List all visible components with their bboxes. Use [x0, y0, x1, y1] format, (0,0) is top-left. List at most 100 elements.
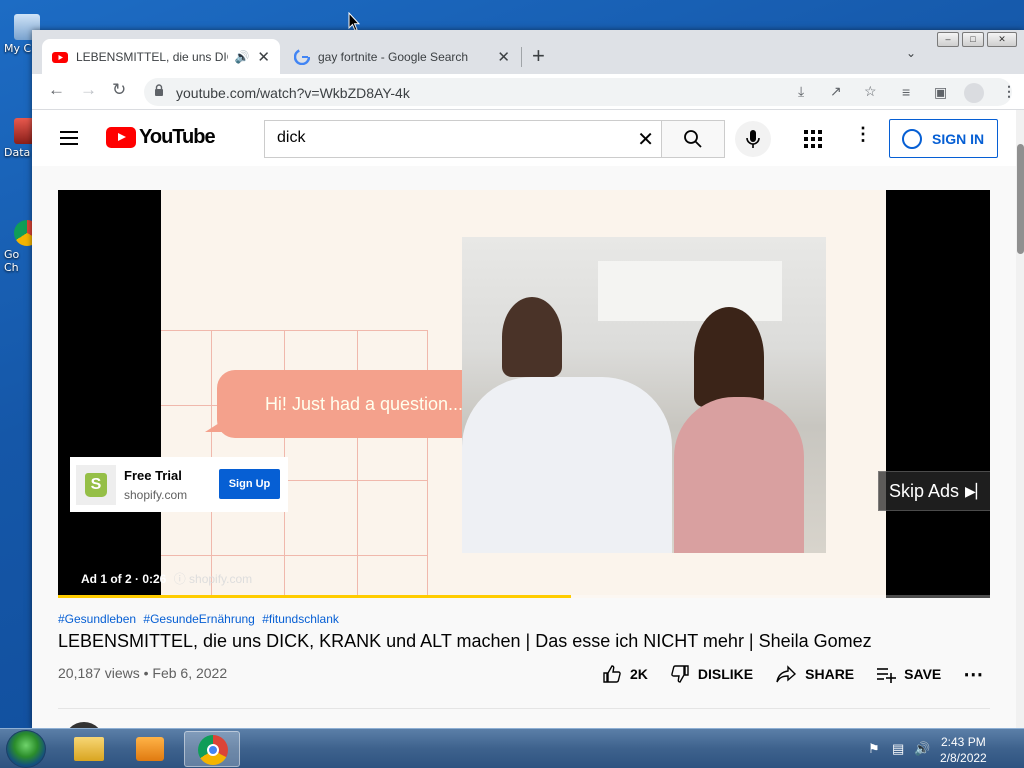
share-arrow-icon — [776, 665, 797, 683]
tab-google-search[interactable]: gay fortnite - Google Search ✕ — [284, 39, 520, 74]
microphone-icon — [746, 130, 760, 148]
profile-avatar-icon[interactable] — [964, 83, 984, 103]
side-panel-icon[interactable]: ▣ — [934, 84, 947, 101]
taskbar-media-player[interactable] — [122, 731, 178, 767]
chrome-window: LEBENSMITTEL, die uns DICK 🔊 ✕ gay fortn… — [32, 30, 1024, 728]
tab-divider — [521, 47, 522, 67]
skip-ads-label: Skip Ads — [889, 480, 960, 501]
windows-taskbar: ⚑ ▤ 🔊 2:43 PM 2/8/2022 — [0, 728, 1024, 768]
scrollbar-thumb[interactable] — [1017, 144, 1024, 254]
shopping-bag-icon: S — [85, 472, 107, 497]
youtube-header: YouTube dick ✕ ⋮ SIGN IN — [32, 110, 1016, 166]
youtube-logo[interactable]: YouTube — [106, 126, 216, 149]
taskbar-file-explorer[interactable] — [60, 731, 116, 767]
action-center-flag-icon[interactable]: ⚑ — [868, 741, 880, 757]
speaker-icon[interactable]: 🔊 — [234, 50, 249, 64]
dislike-button[interactable]: DISLIKE — [670, 664, 753, 684]
back-button[interactable]: ← — [48, 80, 65, 100]
ad-progress-fill — [58, 595, 571, 598]
apps-grid-icon[interactable] — [804, 130, 822, 148]
share-icon[interactable]: ↗ — [830, 83, 842, 100]
like-button[interactable]: 2K — [602, 664, 648, 684]
close-window-button[interactable]: ✕ — [987, 32, 1017, 47]
ad-card[interactable]: S Free Trial shopify.com Sign Up — [70, 457, 288, 512]
hashtag-link[interactable]: #GesundeErnährung — [143, 612, 254, 626]
tab-youtube[interactable]: LEBENSMITTEL, die uns DICK 🔊 ✕ — [42, 39, 280, 74]
google-favicon-icon — [294, 48, 310, 65]
ad-card-title: Free Trial — [124, 467, 182, 483]
search-input[interactable]: dick ✕ — [264, 120, 662, 158]
desktop-icon-label: My C — [4, 42, 32, 55]
forward-button[interactable]: → — [80, 80, 97, 100]
address-bar[interactable]: youtube.com/watch?v=WkbZD8AY-4k ⤓ ↗ ☆ — [144, 78, 1012, 106]
clear-search-icon[interactable]: ✕ — [637, 127, 654, 152]
skip-next-icon: ▶▏ — [965, 482, 987, 499]
ad-counter-text: Ad 1 of 2 · 0:26 — [81, 572, 167, 586]
video-meta: 20,187 views • Feb 6, 2022 — [58, 665, 228, 681]
reload-button[interactable]: ↻ — [112, 80, 126, 100]
youtube-logo-text: YouTube — [139, 126, 216, 148]
voice-search-button[interactable] — [735, 121, 771, 157]
chrome-menu-icon[interactable]: ⋮ — [1002, 83, 1016, 100]
bookmark-star-icon[interactable]: ☆ — [864, 83, 877, 100]
install-app-icon[interactable]: ⤓ — [798, 83, 804, 100]
clock-time: 2:43 PM — [941, 735, 986, 749]
ad-card-domain: shopify.com — [124, 487, 188, 502]
settings-more-icon[interactable]: ⋮ — [854, 124, 872, 145]
media-player-icon — [136, 737, 164, 761]
sign-in-label: SIGN IN — [932, 130, 985, 147]
page-scrollbar[interactable] — [1016, 110, 1024, 728]
browser-toolbar: ← → ↻ youtube.com/watch?v=WkbZD8AY-4k ⤓ … — [32, 74, 1024, 110]
ad-info-domain[interactable]: ⓘ shopify.com — [174, 572, 252, 586]
ad-progress-bar[interactable] — [58, 595, 990, 598]
new-tab-button[interactable]: + — [532, 43, 545, 69]
volume-icon[interactable]: 🔊 — [914, 741, 930, 757]
tab-search-chevron-icon[interactable]: ⌄ — [906, 46, 916, 60]
hamburger-menu-icon[interactable] — [60, 131, 78, 149]
video-actions: 2K DISLIKE SHARE SAVE ⋯ — [602, 658, 983, 690]
youtube-play-icon — [106, 127, 136, 148]
network-icon[interactable]: ▤ — [892, 741, 904, 757]
minimize-button[interactable]: – — [937, 32, 959, 47]
share-button[interactable]: SHARE — [775, 664, 854, 684]
divider — [58, 708, 990, 709]
mouse-cursor-icon — [348, 12, 360, 32]
system-clock[interactable]: 2:43 PM 2/8/2022 — [940, 734, 987, 766]
search-button[interactable] — [661, 120, 725, 158]
start-button[interactable] — [6, 730, 46, 768]
search-icon — [684, 130, 702, 148]
taskbar-chrome[interactable] — [184, 731, 240, 767]
save-button[interactable]: SAVE — [876, 664, 941, 684]
close-tab-icon[interactable]: ✕ — [257, 48, 270, 66]
person-right — [694, 307, 764, 407]
chat-bubble-text: Hi! Just had a question... — [264, 393, 464, 414]
video-title: LEBENSMITTEL, die uns DICK, KRANK und AL… — [58, 631, 872, 651]
more-actions-icon[interactable]: ⋯ — [963, 662, 983, 687]
thumbs-down-icon — [671, 665, 689, 683]
thumbs-up-icon — [603, 665, 621, 683]
tab-title: gay fortnite - Google Search — [318, 49, 469, 64]
url-text: youtube.com/watch?v=WkbZD8AY-4k — [176, 85, 410, 101]
maximize-button[interactable]: □ — [962, 32, 984, 47]
desktop-icon-data[interactable]: Data — [4, 118, 40, 159]
share-label: SHARE — [805, 666, 855, 682]
desktop-icon-my-computer[interactable]: My C — [4, 14, 40, 55]
close-tab-icon[interactable]: ✕ — [497, 48, 510, 66]
person-left-shirt — [462, 377, 672, 553]
hashtag-link[interactable]: #fitundschlank — [262, 612, 339, 626]
youtube-favicon-icon — [52, 51, 68, 63]
folder-icon — [74, 737, 104, 761]
search-input-value: dick — [277, 129, 306, 146]
media-control-icon[interactable]: ≡ — [902, 84, 910, 100]
video-player[interactable]: Hi! Just had a question... S Free Trial … — [58, 190, 990, 598]
ad-video-frame: Hi! Just had a question... — [161, 190, 886, 598]
person-right-dress — [674, 397, 804, 553]
dislike-label: DISLIKE — [697, 666, 754, 682]
hashtag-link[interactable]: #Gesundleben — [58, 612, 136, 626]
person-left — [502, 297, 562, 377]
account-circle-icon — [902, 128, 922, 149]
desktop-icon-google-chrome[interactable]: Go Ch — [4, 220, 40, 274]
skip-ads-button[interactable]: Skip Ads ▶▏ — [878, 471, 990, 511]
sign-up-button[interactable]: Sign Up — [219, 469, 280, 499]
sign-in-button[interactable]: SIGN IN — [889, 119, 998, 158]
